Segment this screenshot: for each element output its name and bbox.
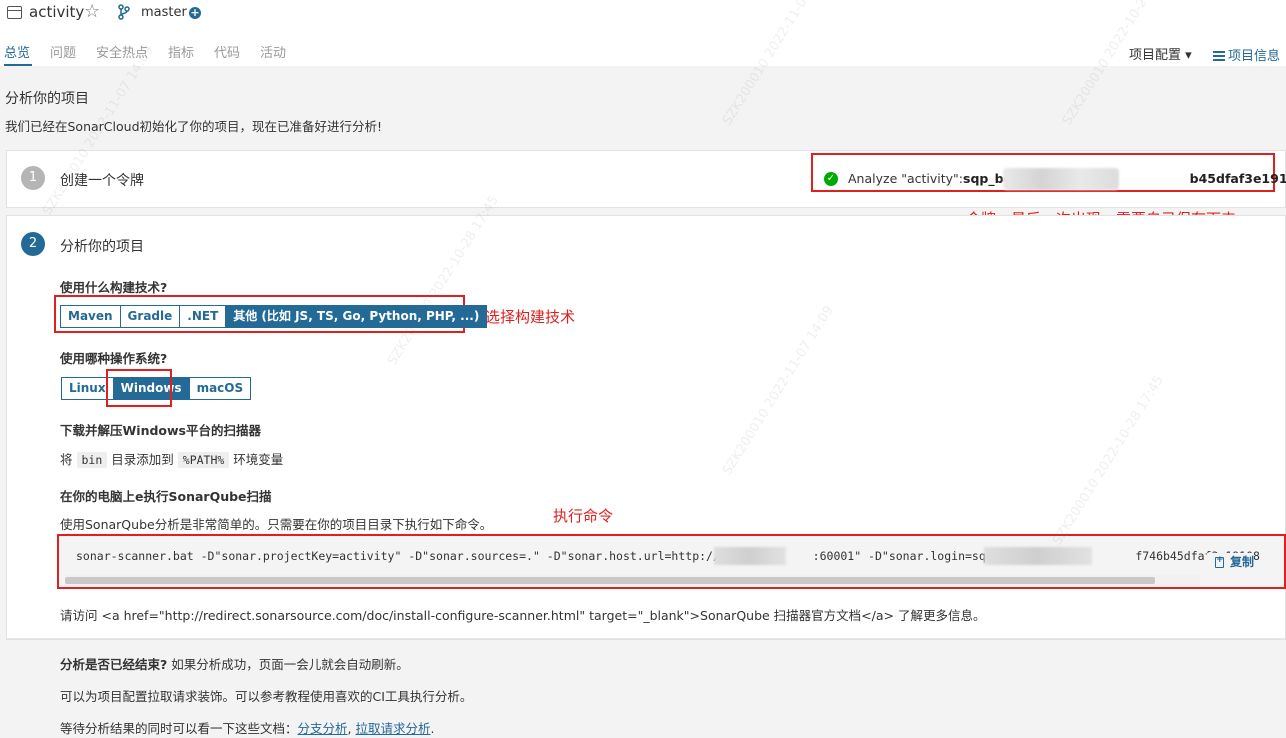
command-block: sonar-scanner.bat -D"sonar.projectKey=ac… <box>57 534 1286 589</box>
command-part-1: sonar-scanner.bat -D"sonar.projectKey=ac… <box>76 549 741 563</box>
analysis-done-desc: 如果分析成功，页面一会儿就会自动刷新。 <box>171 657 409 672</box>
tab-measures[interactable]: 指标 <box>168 42 194 61</box>
tab-code[interactable]: 代码 <box>214 42 240 61</box>
list-icon <box>1213 51 1225 61</box>
tab-issues[interactable]: 问题 <box>50 42 76 61</box>
bin-code: bin <box>76 452 108 468</box>
os-label: 使用哪种操作系统? <box>60 351 168 366</box>
branch-name[interactable]: master <box>141 5 187 20</box>
tab-activity[interactable]: 活动 <box>260 42 286 61</box>
build-dotnet-button[interactable]: .NET <box>180 305 227 328</box>
project-config-dropdown[interactable]: 项目配置 ▾ <box>1129 44 1192 63</box>
cmd-note: 执行命令 <box>553 507 614 525</box>
pr-analysis-link[interactable]: 拉取请求分析 <box>355 721 430 736</box>
pr-decoration-text: 可以为项目配置拉取请求装饰。可以参考教程使用喜欢的CI工具执行分析。 <box>60 689 473 704</box>
branch-analysis-link[interactable]: 分支分析 <box>298 721 348 736</box>
download-label: 下载并解压Windows平台的扫描器 <box>60 423 261 438</box>
token-redaction <box>1003 168 1119 190</box>
project-icon <box>7 6 22 19</box>
token-prefix: Analyze "activity": <box>848 171 964 186</box>
docs-prefix: 等待分析结果的同时可以看一下这些文档： <box>60 721 298 736</box>
project-name[interactable]: activity <box>29 3 84 21</box>
step-1-number: 1 <box>21 166 45 190</box>
project-header: activity ☆ master + 总览 问题 安全热点 指标 代码 活动 … <box>0 0 1286 66</box>
active-tab-indicator <box>4 64 32 66</box>
login-redaction <box>984 547 1092 565</box>
page-title: 分析你的项目 <box>5 91 89 107</box>
step-2-title: 分析你的项目 <box>60 239 144 255</box>
copy-label: 复制 <box>1230 555 1255 569</box>
copy-icon <box>1215 555 1224 568</box>
path-middle: 目录添加到 <box>111 452 174 467</box>
path-var-code: %PATH% <box>177 452 230 468</box>
host-redaction <box>714 547 786 565</box>
path-instruction: 将 bin 目录添加到 %PATH% 环境变量 <box>60 449 283 468</box>
build-note: 选择构建技术 <box>485 308 576 326</box>
docs-end: . <box>430 721 435 736</box>
command-scrollbar[interactable] <box>65 575 1200 586</box>
star-icon[interactable]: ☆ <box>84 1 100 22</box>
step-2-number: 2 <box>21 232 45 256</box>
project-info-link[interactable]: 项目信息 <box>1213 45 1280 64</box>
scrollbar-thumb[interactable] <box>65 577 1155 584</box>
tab-overview[interactable]: 总览 <box>4 42 30 61</box>
build-maven-button[interactable]: Maven <box>60 305 121 328</box>
step-1-title: 创建一个令牌 <box>60 173 144 189</box>
tab-security-hotspots[interactable]: 安全热点 <box>96 42 148 61</box>
run-scan-label: 在你的电脑上e执行SonarQube扫描 <box>60 489 272 504</box>
docs-links-text: 等待分析结果的同时可以看一下这些文档：分支分析, 拉取请求分析. <box>60 718 434 737</box>
path-before: 将 <box>60 452 73 467</box>
run-scan-desc: 使用SonarQube分析是非常简单的。只需要在你的项目目录下执行如下命令。 <box>60 517 493 532</box>
path-after: 环境变量 <box>233 452 284 467</box>
divider <box>6 638 1286 639</box>
project-info-label: 项目信息 <box>1228 49 1281 64</box>
analysis-done-text: 分析是否已经结束? 如果分析成功，页面一会儿就会自动刷新。 <box>60 654 409 673</box>
build-gradle-button[interactable]: Gradle <box>120 305 181 328</box>
add-branch-icon[interactable]: + <box>189 7 201 19</box>
analysis-done-label: 分析是否已经结束? <box>60 657 168 672</box>
token-end: b45dfaf3e19108e4d <box>1189 171 1286 186</box>
branch-icon <box>118 4 130 20</box>
build-tech-group: Maven Gradle .NET 其他 (比如 JS, TS, Go, Pyt… <box>60 305 488 328</box>
check-icon: ✓ <box>824 172 838 186</box>
copy-button[interactable]: 复制 <box>1207 553 1255 575</box>
build-other-button[interactable]: 其他 (比如 JS, TS, Go, Python, PHP, ...) <box>226 305 488 328</box>
os-annotation-box <box>106 369 172 407</box>
page-subtitle: 我们已经在SonarCloud初始化了你的项目，现在已准备好进行分析! <box>5 119 383 134</box>
scanner-docs-text: 请访问 <a href="http://redirect.sonarsource… <box>60 608 986 623</box>
os-macos-button[interactable]: macOS <box>189 377 252 400</box>
build-tech-label: 使用什么构建技术? <box>60 280 168 295</box>
